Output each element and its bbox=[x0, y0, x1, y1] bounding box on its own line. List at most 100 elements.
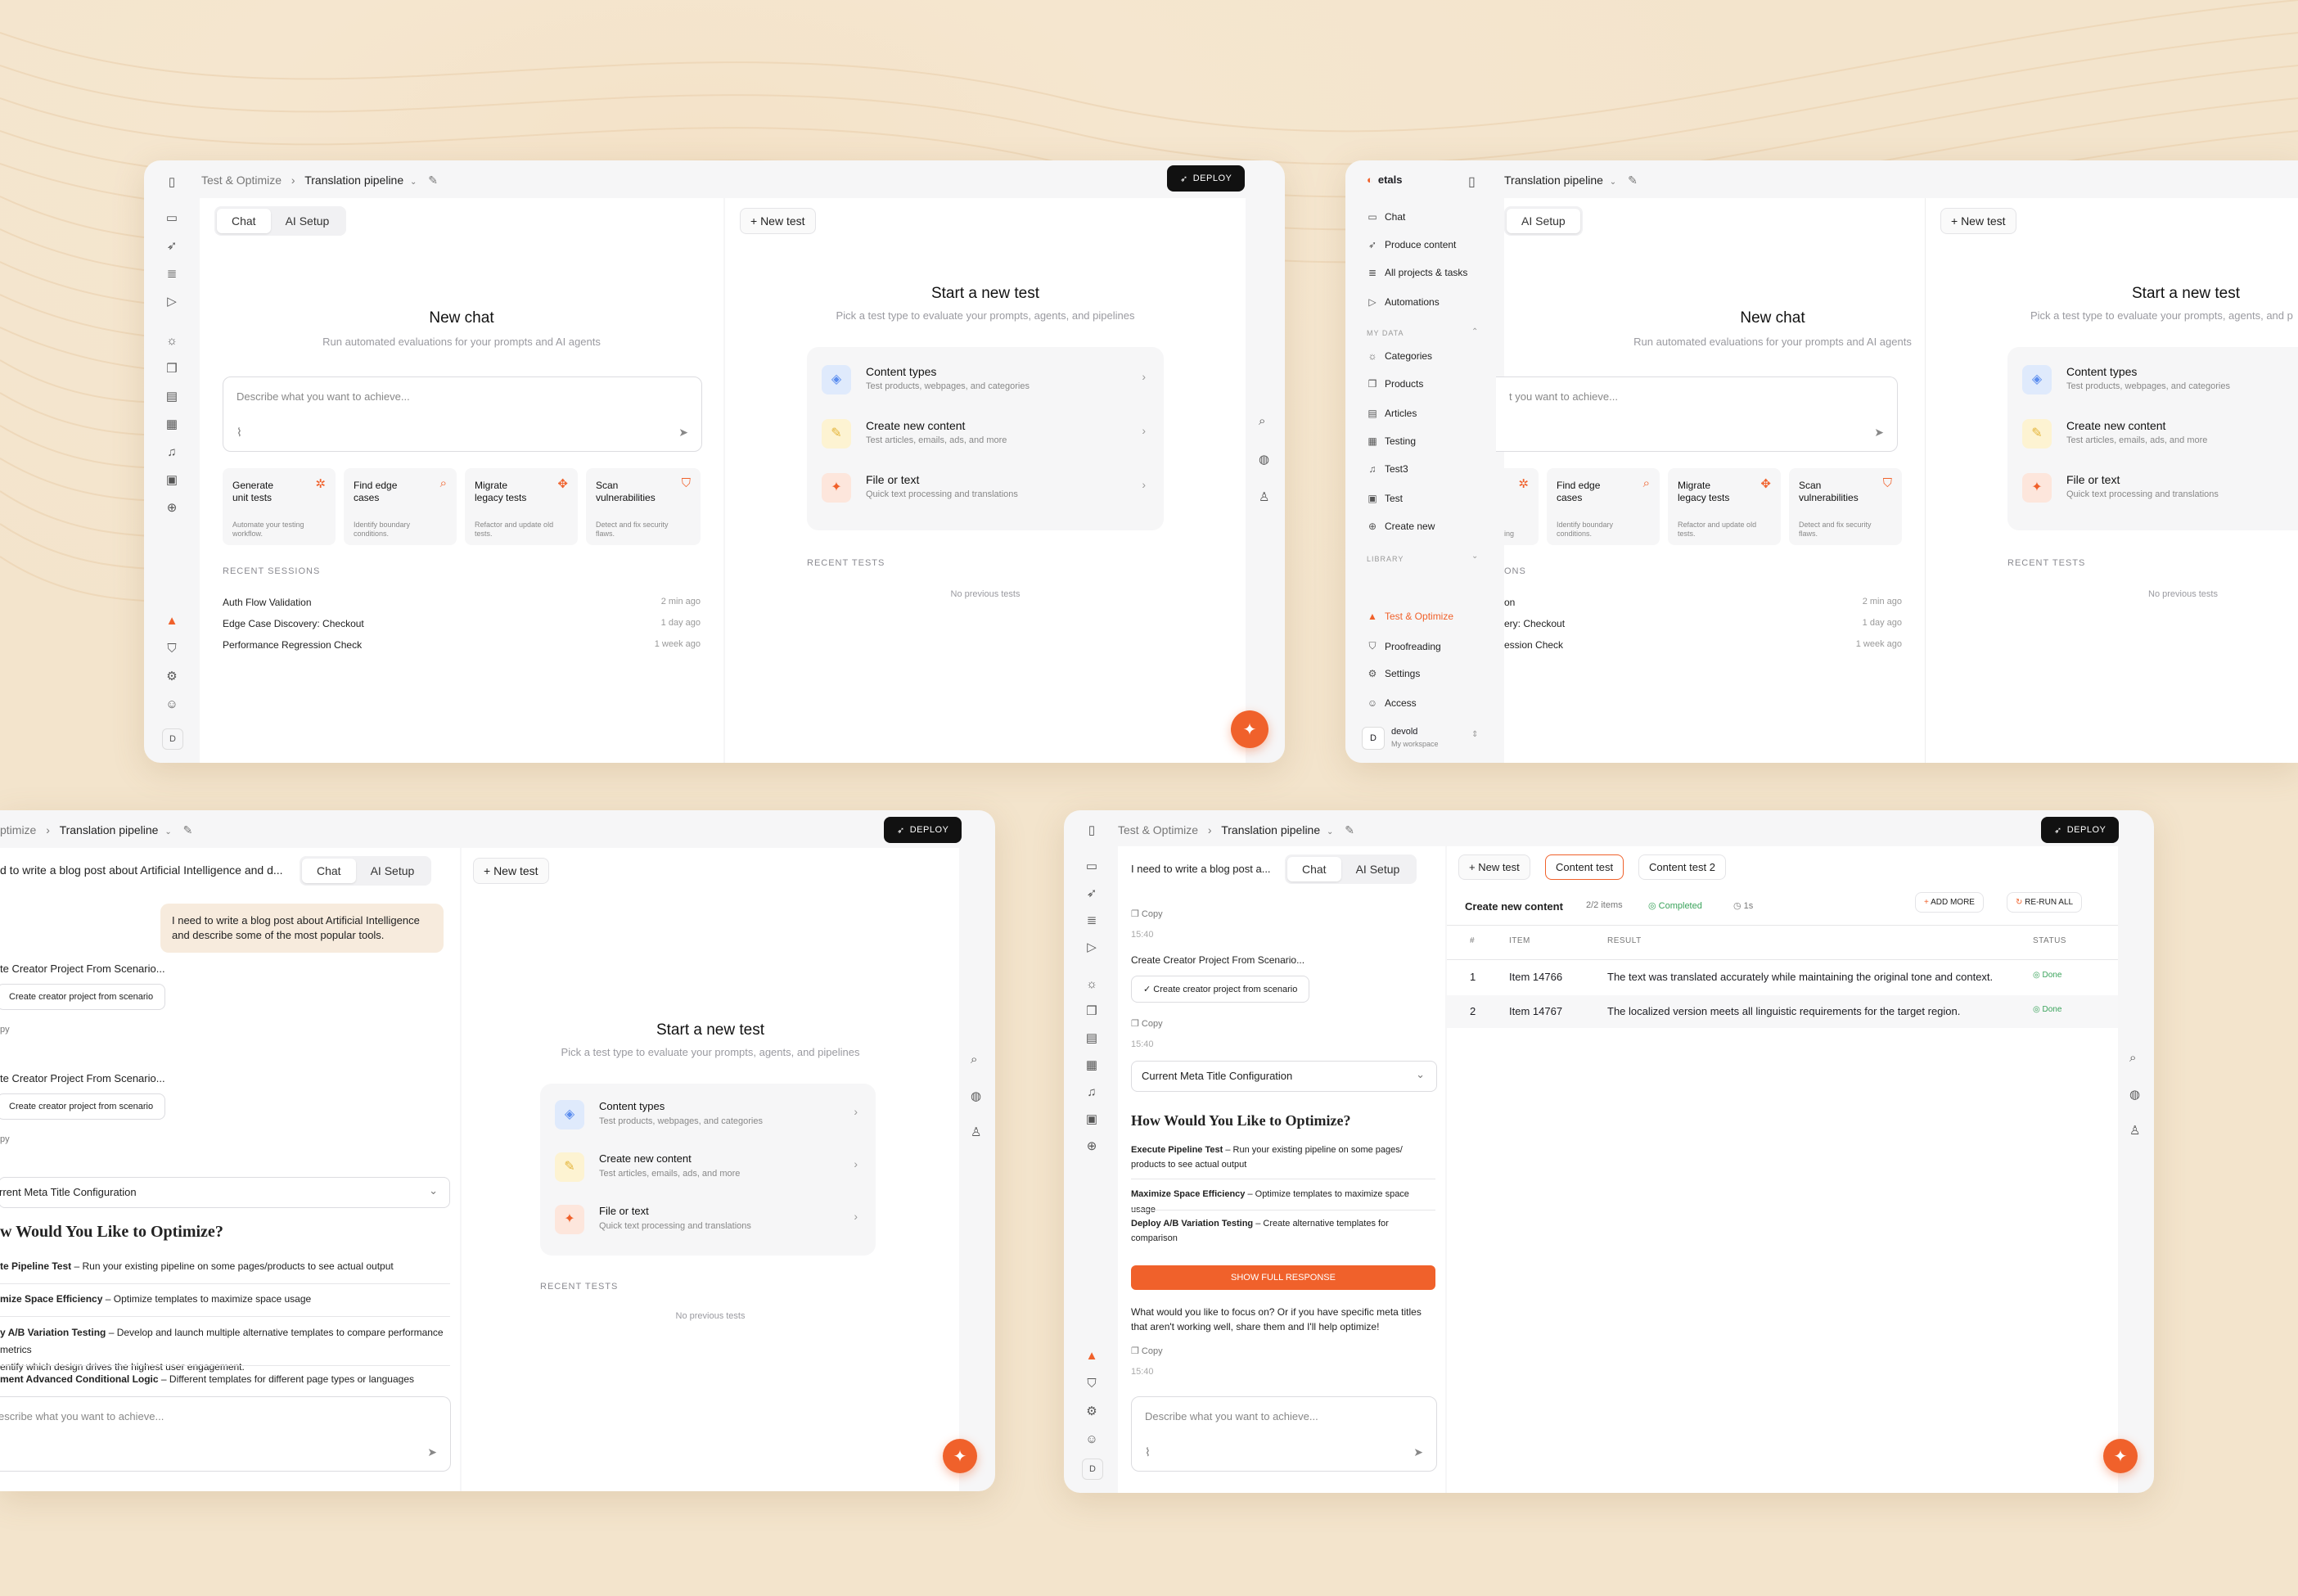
tab-ai-setup[interactable]: AI Setup bbox=[356, 859, 430, 883]
chevron-up-icon[interactable]: ⌃ bbox=[1471, 327, 1478, 336]
search-icon[interactable]: ⌕ bbox=[971, 1053, 977, 1066]
edit-icon[interactable]: ✎ bbox=[428, 174, 438, 187]
sidebar-item-projects[interactable]: ≣ All projects & tasks bbox=[1367, 267, 1467, 278]
tab-chat[interactable]: Chat bbox=[302, 859, 356, 883]
paperclip-icon[interactable]: ⌇ bbox=[1145, 1445, 1151, 1459]
option-item[interactable]: Deploy A/B Variation Testing – Create al… bbox=[1131, 1216, 1435, 1246]
chat-input[interactable]: Describe what you want to achieve... ⌇ ➤ bbox=[223, 376, 702, 452]
tile-find-edge-cases[interactable]: Find edge cases ⌕ Identify boundary cond… bbox=[1547, 468, 1660, 545]
chevron-down-icon[interactable]: ⌄ bbox=[1610, 178, 1616, 187]
globe-icon[interactable]: ◍ bbox=[2129, 1087, 2140, 1102]
sidebar-item-testing[interactable]: ▦ Testing bbox=[1367, 435, 1416, 447]
sidebar-item-access[interactable]: ☺ Access bbox=[1367, 697, 1417, 709]
copy-button[interactable]: py bbox=[0, 1134, 10, 1144]
box-icon[interactable]: ❒ bbox=[162, 358, 182, 378]
test-type-create-content[interactable]: ✎ Create new content Test articles, emai… bbox=[822, 413, 1149, 453]
chevron-down-icon[interactable]: ⌄ bbox=[1327, 827, 1333, 836]
sidebar-item-test3[interactable]: ♫ Test3 bbox=[1367, 463, 1408, 475]
tab-chat[interactable]: Chat bbox=[1287, 857, 1341, 881]
config-select[interactable]: rrent Meta Title Configuration ⌄ bbox=[0, 1177, 450, 1208]
rocket-icon[interactable]: ➶ bbox=[1082, 883, 1102, 903]
breadcrumb-section[interactable]: Test & Optimize bbox=[1118, 823, 1198, 836]
breadcrumb-page[interactable]: Translation pipeline bbox=[304, 174, 403, 187]
users-icon[interactable]: ☺ bbox=[1082, 1429, 1102, 1449]
music-icon[interactable]: ♫ bbox=[1082, 1082, 1102, 1102]
paperclip-icon[interactable]: ⌇ bbox=[237, 426, 242, 440]
gear-icon[interactable]: ⚙ bbox=[162, 666, 182, 686]
chat-icon[interactable]: ▭ bbox=[1082, 856, 1102, 876]
copy-button[interactable]: ❐ Copy bbox=[1131, 1018, 1163, 1029]
sidebar-item-create-new[interactable]: ⊕ Create new bbox=[1367, 521, 1435, 532]
test-type-content-types[interactable]: ◈ Content types Test products, webpages,… bbox=[2022, 358, 2298, 399]
stack-icon[interactable]: ≣ bbox=[1082, 910, 1102, 930]
box-icon[interactable]: ❒ bbox=[1082, 1001, 1102, 1021]
tab-chat[interactable]: Chat bbox=[217, 209, 271, 233]
gear-icon[interactable]: ⚙ bbox=[1082, 1401, 1102, 1421]
user-icon[interactable]: ♙ bbox=[971, 1125, 981, 1139]
ai-assistant-fab[interactable]: ✦ bbox=[2103, 1439, 2138, 1473]
ai-assistant-fab[interactable]: ✦ bbox=[1231, 710, 1268, 748]
edit-icon[interactable]: ✎ bbox=[1345, 823, 1354, 836]
tile-migrate-legacy-tests[interactable]: Migrate legacy tests ✥ Refactor and upda… bbox=[1668, 468, 1781, 545]
sidebar-item-proofreading[interactable]: ⛉ Proofreading bbox=[1367, 640, 1440, 652]
sidebar-item-test-optimize[interactable]: ▲ Test & Optimize bbox=[1367, 611, 1453, 622]
stack-icon[interactable]: ≣ bbox=[162, 264, 182, 283]
step-chip[interactable]: Create creator project from scenario bbox=[0, 984, 166, 1010]
user-icon[interactable]: ♙ bbox=[1259, 489, 1269, 504]
copy-button[interactable]: py bbox=[0, 1025, 10, 1035]
option-item[interactable]: Execute Pipeline Test – Run your existin… bbox=[1131, 1143, 1435, 1172]
document-icon[interactable]: ▤ bbox=[162, 386, 182, 406]
test-type-create-content[interactable]: ✎ Create new content Test articles, emai… bbox=[2022, 413, 2298, 453]
clipboard-icon[interactable]: ▣ bbox=[1082, 1109, 1102, 1129]
config-select[interactable]: Current Meta Title Configuration ⌄ bbox=[1131, 1061, 1437, 1092]
test-type-create-content[interactable]: ✎ Create new content Test articles, emai… bbox=[555, 1146, 861, 1187]
session-item[interactable]: on bbox=[1504, 597, 1515, 608]
test-type-file-or-text[interactable]: ✦ File or text Quick text processing and… bbox=[2022, 467, 2298, 507]
tile-scan-vulnerabilities[interactable]: Scan vulnerabilities ⛉ Detect and fix se… bbox=[1789, 468, 1902, 545]
chat-input[interactable]: Describe what you want to achieve... ⌇ ➤ bbox=[1131, 1396, 1437, 1472]
avatar[interactable]: D bbox=[1082, 1458, 1103, 1480]
edit-icon[interactable]: ✎ bbox=[1628, 174, 1638, 187]
chat-icon[interactable]: ▭ bbox=[162, 208, 182, 228]
breadcrumb-section[interactable]: Test & Optimize bbox=[201, 174, 282, 187]
calendar-icon[interactable]: ▦ bbox=[162, 414, 182, 434]
new-test-button[interactable]: + New test bbox=[740, 208, 816, 234]
table-row[interactable]: 1 Item 14766 The text was translated acc… bbox=[1447, 961, 2118, 994]
tab-content-test[interactable]: Content test bbox=[1545, 854, 1624, 880]
shield-icon[interactable]: ⛉ bbox=[162, 638, 182, 658]
calendar-icon[interactable]: ▦ bbox=[1082, 1055, 1102, 1075]
sidebar-item-automations[interactable]: ▷ Automations bbox=[1367, 296, 1439, 308]
step-chip[interactable]: Create creator project from scenario bbox=[0, 1093, 166, 1120]
copy-button[interactable]: ❐ Copy bbox=[1131, 1346, 1163, 1356]
step-chip[interactable]: ✓ Create creator project from scenario bbox=[1131, 976, 1310, 1003]
sun-icon[interactable]: ☼ bbox=[1082, 974, 1102, 994]
send-icon[interactable]: ➤ bbox=[1413, 1445, 1423, 1459]
tile-generate-unit-tests[interactable]: Generate unit tests ✲ Automate your test… bbox=[223, 468, 336, 545]
option-item[interactable]: mize Space Efficiency – Optimize templat… bbox=[0, 1292, 450, 1307]
avatar[interactable]: D bbox=[162, 728, 183, 750]
user-menu[interactable]: D devold My workspace ⇕ bbox=[1362, 724, 1493, 753]
option-item[interactable]: ment Advanced Conditional Logic – Differ… bbox=[0, 1372, 450, 1387]
breadcrumb-page[interactable]: Translation pipeline bbox=[1221, 823, 1320, 836]
send-icon[interactable]: ➤ bbox=[678, 426, 688, 440]
sidebar-toggle-icon[interactable]: ▯ bbox=[1468, 174, 1476, 190]
new-test-button[interactable]: + New test bbox=[1458, 854, 1530, 880]
deploy-button[interactable]: ➶ DEPLOY bbox=[1167, 165, 1246, 192]
sidebar-item-produce-content[interactable]: ➶ Produce content bbox=[1367, 239, 1456, 250]
test-type-file-or-text[interactable]: ✦ File or text Quick text processing and… bbox=[555, 1198, 861, 1239]
session-item[interactable]: ession Check bbox=[1504, 639, 1563, 651]
sidebar-item-categories[interactable]: ☼ Categories bbox=[1367, 350, 1433, 362]
sidebar-toggle-icon[interactable]: ▯ bbox=[1082, 820, 1102, 840]
add-circle-icon[interactable]: ⊕ bbox=[1082, 1136, 1102, 1156]
option-item[interactable]: Maximize Space Efficiency – Optimize tem… bbox=[1131, 1187, 1435, 1218]
chat-input[interactable]: t you want to achieve... ➤ bbox=[1496, 376, 1898, 452]
rerun-all-button[interactable]: ↻ RE-RUN ALL bbox=[2007, 892, 2083, 913]
tile-scan-vulnerabilities[interactable]: Scan vulnerabilities ⛉ Detect and fix se… bbox=[586, 468, 701, 545]
tile-find-edge-cases[interactable]: Find edge cases ⌕ Identify boundary cond… bbox=[344, 468, 457, 545]
tile-generate-unit-tests[interactable]: ✲ ing bbox=[1504, 468, 1539, 545]
send-icon[interactable]: ➤ bbox=[1874, 426, 1884, 440]
search-icon[interactable]: ⌕ bbox=[1259, 414, 1265, 428]
chat-input[interactable]: escribe what you want to achieve... ➤ bbox=[0, 1396, 451, 1472]
shield-icon[interactable]: ⛉ bbox=[1082, 1373, 1102, 1393]
breadcrumb-section[interactable]: ptimize bbox=[0, 823, 36, 836]
